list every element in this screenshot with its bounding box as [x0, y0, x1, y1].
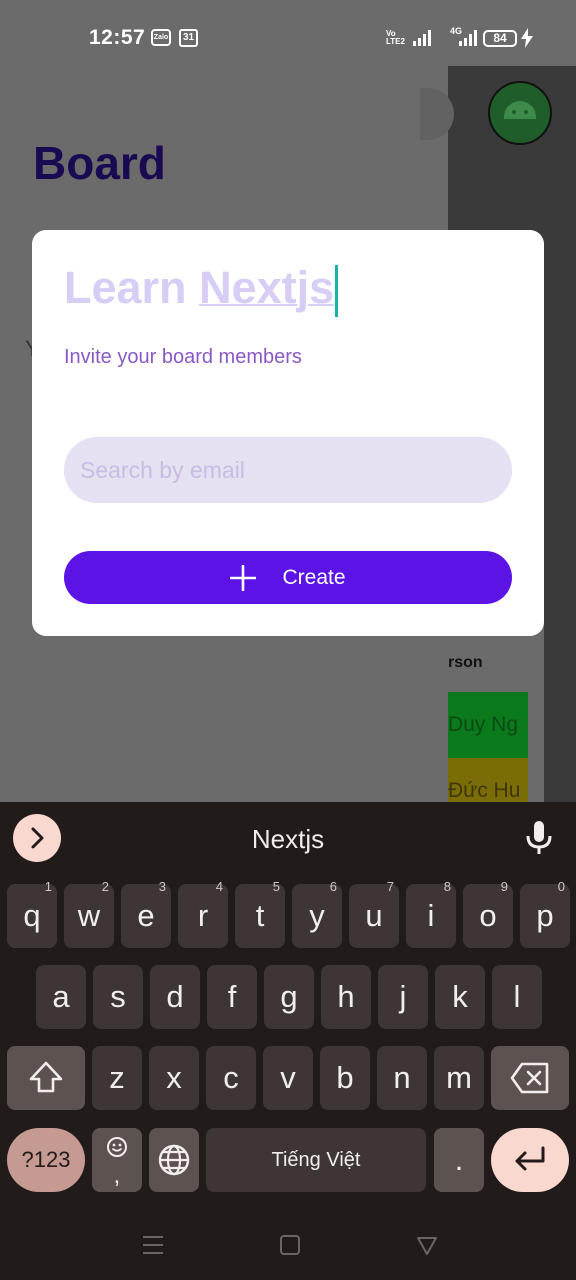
key-k[interactable]: k: [435, 965, 485, 1029]
key-l[interactable]: l: [492, 965, 542, 1029]
key-n[interactable]: n: [377, 1046, 427, 1110]
key-w[interactable]: w2: [64, 879, 114, 948]
table-row: Duy Ng: [448, 692, 528, 758]
key-label: u: [365, 898, 383, 933]
globe-icon: [158, 1144, 190, 1176]
key-y[interactable]: y6: [292, 879, 342, 948]
key-label: t: [255, 898, 265, 933]
key-label: o: [479, 898, 497, 933]
page-title: Board: [33, 137, 166, 189]
nav-home-icon[interactable]: [279, 1234, 301, 1256]
text-caret: [335, 265, 339, 318]
key-q[interactable]: q1: [7, 879, 57, 948]
robot-eye: [524, 110, 528, 114]
signal-strength-icon: [413, 30, 431, 46]
suggestion-word[interactable]: Nextjs: [0, 824, 576, 855]
key-hint: 0: [557, 879, 565, 894]
comma-label: ,: [113, 1162, 121, 1189]
key-c[interactable]: c: [206, 1046, 256, 1110]
key-hint: 9: [500, 879, 508, 894]
key-o[interactable]: o9: [463, 879, 513, 948]
key-label: i: [427, 898, 435, 933]
key-m[interactable]: m: [434, 1046, 484, 1110]
key-i[interactable]: i8: [406, 879, 456, 948]
key-u[interactable]: u7: [349, 879, 399, 948]
dialog-subtitle: Invite your board members: [64, 346, 302, 368]
key-hint: 8: [443, 879, 451, 894]
key-b[interactable]: b: [320, 1046, 370, 1110]
key-h[interactable]: h: [321, 965, 371, 1029]
key-z[interactable]: z: [92, 1046, 142, 1110]
key-p[interactable]: p0: [520, 879, 570, 948]
symbols-key[interactable]: ?123: [7, 1128, 85, 1192]
key-g[interactable]: g: [264, 965, 314, 1029]
key-r[interactable]: r4: [178, 879, 228, 948]
create-button-label: Create: [282, 565, 346, 589]
table-column-header: rson: [448, 654, 483, 671]
plus-icon: [230, 564, 257, 591]
emoji-icon: [107, 1137, 127, 1157]
charging-icon: [521, 28, 533, 48]
calendar-notification-icon: 31: [179, 29, 198, 47]
enter-icon: [515, 1146, 545, 1171]
board-title-input[interactable]: Learn Nextjs: [64, 262, 339, 318]
shift-icon: [29, 1061, 63, 1093]
enter-key[interactable]: [491, 1128, 569, 1192]
backspace-icon: [510, 1062, 549, 1094]
period-key[interactable]: .: [434, 1128, 484, 1192]
nav-back-icon[interactable]: [416, 1234, 438, 1256]
key-s[interactable]: s: [93, 965, 143, 1029]
key-hint: 3: [158, 879, 166, 894]
signal-strength-icon-2: [459, 30, 477, 46]
key-label: p: [536, 898, 554, 933]
key-x[interactable]: x: [149, 1046, 199, 1110]
key-a[interactable]: a: [36, 965, 86, 1029]
soft-keyboard: Nextjs ?123 , Tiếng Việt . q 1 w 2 e 3 r…: [0, 802, 576, 1280]
key-hint: 1: [44, 879, 52, 894]
key-f[interactable]: f: [207, 965, 257, 1029]
key-label: q: [23, 898, 41, 933]
key-hint: 5: [272, 879, 280, 894]
emoji-comma-key[interactable]: ,: [92, 1128, 142, 1192]
key-v[interactable]: v: [263, 1046, 313, 1110]
key-label: e: [137, 898, 155, 933]
avatar: [488, 81, 552, 145]
create-button[interactable]: Create: [64, 551, 512, 604]
key-hint: 2: [101, 879, 109, 894]
space-key[interactable]: Tiếng Việt: [206, 1128, 426, 1192]
key-label: y: [309, 898, 325, 933]
key-j[interactable]: j: [378, 965, 428, 1029]
backspace-key[interactable]: [491, 1046, 569, 1110]
shift-key[interactable]: [7, 1046, 85, 1110]
status-bar: 12:57 Zalo 31 Vo LTE2 4G 84: [0, 0, 576, 66]
key-e[interactable]: e3: [121, 879, 171, 948]
create-board-dialog: Learn Nextjs Invite your board members C…: [32, 230, 544, 636]
key-hint: 4: [215, 879, 223, 894]
key-t[interactable]: t5: [235, 879, 285, 948]
zalo-notification-icon: Zalo: [151, 29, 171, 46]
key-d[interactable]: d: [150, 965, 200, 1029]
robot-eye: [512, 110, 516, 114]
key-hint: 6: [329, 879, 337, 894]
battery-icon: 84: [483, 30, 517, 47]
nav-menu-icon[interactable]: [142, 1234, 164, 1256]
key-label: w: [77, 898, 101, 933]
volte-indicator: Vo LTE2: [386, 29, 405, 46]
title-word: Learn: [64, 262, 187, 313]
search-by-email-input[interactable]: [64, 437, 512, 503]
android-robot-icon: [504, 101, 536, 119]
key-label: r: [197, 898, 209, 933]
language-key[interactable]: [149, 1128, 199, 1192]
suggestion-strip: Nextjs: [0, 802, 576, 876]
navigation-bar: [0, 1210, 576, 1280]
key-hint: 7: [386, 879, 394, 894]
microphone-icon[interactable]: [524, 820, 554, 856]
status-time: 12:57: [89, 26, 146, 49]
title-word-underlined: Nextjs: [199, 262, 335, 313]
